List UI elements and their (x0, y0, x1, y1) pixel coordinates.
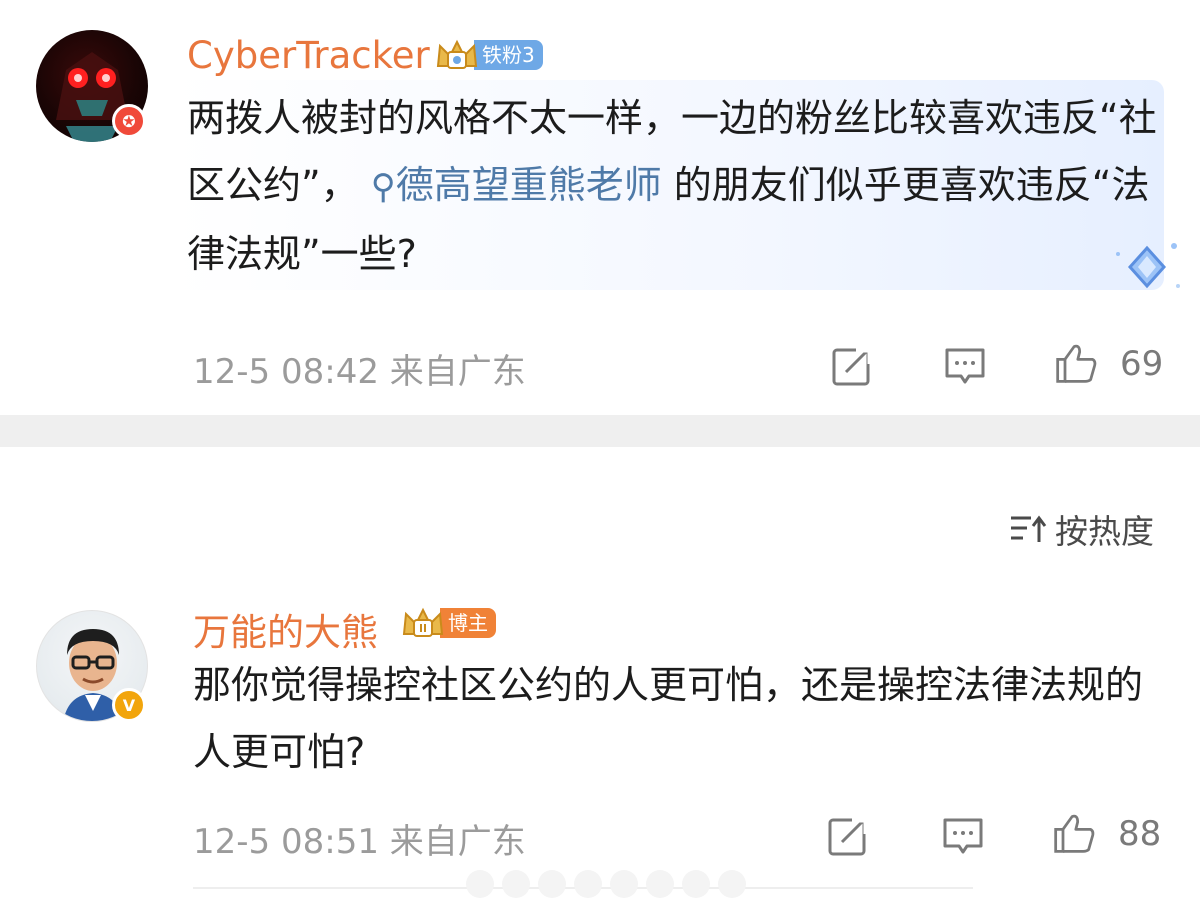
fan-level-badge[interactable]: 铁粉3 (434, 38, 543, 72)
comment-meta: 12-5 08:51 来自广东 (193, 814, 526, 863)
repost-icon[interactable] (830, 344, 874, 388)
mention-label: 德高望重熊老师 (395, 163, 662, 207)
crown-icon (434, 38, 480, 72)
like-count: 88 (1118, 814, 1162, 854)
like-icon[interactable] (1054, 341, 1098, 385)
sort-button[interactable]: 按热度 (1009, 505, 1154, 553)
crown-icon (400, 606, 446, 640)
section-divider (0, 415, 1200, 447)
like-icon[interactable] (1052, 811, 1096, 855)
comment-item: V 万能的大熊 博主 那你觉得操控社区公约的人更可怕，还是操控法律法规的人更可怕… (0, 590, 1200, 910)
sort-icon (1011, 515, 1047, 542)
verified-badge-icon: V (112, 688, 146, 722)
comment-icon[interactable] (941, 814, 985, 858)
timestamp: 12-5 08:51 (193, 822, 379, 862)
location: 来自广东 (389, 352, 526, 392)
like-count: 69 (1120, 344, 1164, 384)
blogger-badge[interactable]: 博主 (400, 606, 496, 640)
comment-text: 那你觉得操控社区公约的人更可怕，还是操控法律法规的人更可怕? (193, 663, 1144, 774)
username[interactable]: CyberTracker (187, 34, 430, 77)
comment-meta: 12-5 08:42 来自广东 (193, 344, 526, 393)
location: 来自广东 (389, 822, 526, 862)
username[interactable]: 万能的大熊 (193, 602, 378, 656)
repost-icon[interactable] (826, 814, 870, 858)
user-mention-link[interactable]: ⚲德高望重熊老师 (371, 163, 662, 207)
sort-label: 按热度 (1055, 512, 1154, 551)
comment-text: 两拨人被封的风格不太一样，一边的粉丝比较喜欢违反“社区公约”， ⚲德高望重熊老师… (187, 85, 1167, 288)
comment-icon[interactable] (943, 344, 987, 388)
blogger-label: 博主 (440, 608, 496, 638)
fan-level-label: 铁粉3 (474, 40, 543, 70)
comment-item: ✪ CyberTracker 铁粉3 两拨人被封的风格不太一样，一边的粉丝比较喜… (0, 0, 1200, 415)
search-icon: ⚲ (370, 167, 396, 207)
verified-badge-icon: ✪ (112, 104, 146, 138)
timestamp: 12-5 08:42 (193, 352, 379, 392)
watermark-dots (466, 870, 746, 898)
